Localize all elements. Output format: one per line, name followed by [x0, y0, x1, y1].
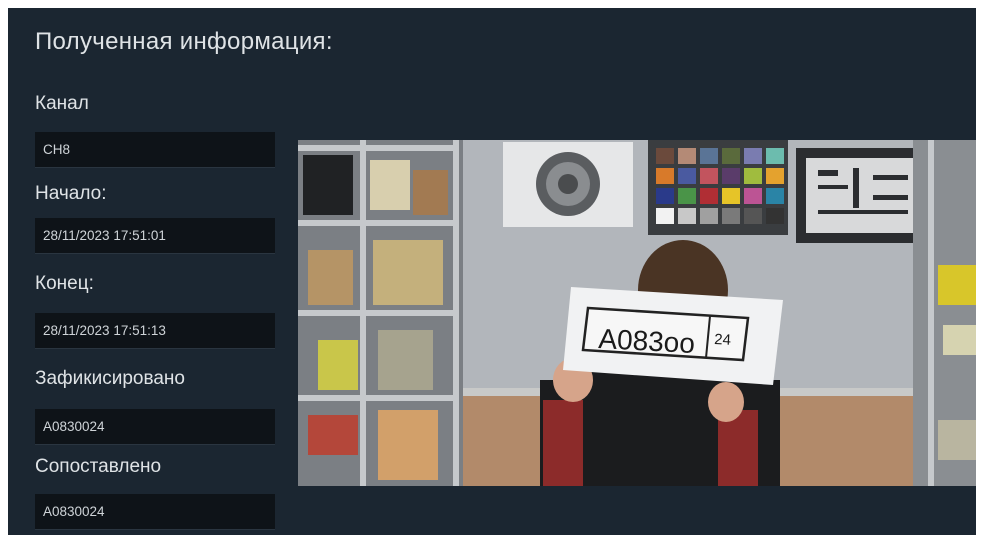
start-time-label: Начало:: [35, 183, 107, 204]
recognized-plate-field[interactable]: A0830024: [35, 409, 275, 445]
panel-title: Полученная информация:: [35, 28, 333, 55]
channel-field[interactable]: CH8: [35, 132, 275, 168]
snapshot-image[interactable]: A083oo 24: [298, 140, 976, 486]
end-time-field[interactable]: 28/11/2023 17:51:13: [35, 313, 275, 349]
left-shelf: [298, 140, 463, 486]
matched-plate-label: Сопоставлено: [35, 456, 162, 477]
channel-label: Канал: [35, 93, 89, 114]
start-time-field[interactable]: 28/11/2023 17:51:01: [35, 218, 275, 254]
plate-recognition-info-panel: Полученная информация: Канал CH8 Начало:…: [8, 8, 976, 535]
plate-number-text: A083oo: [598, 323, 696, 359]
end-time-label: Конец:: [35, 273, 94, 294]
resolution-test-chart: [796, 148, 931, 243]
right-shelf: [913, 140, 976, 486]
license-plate-sheet: A083oo 24: [563, 287, 783, 385]
recognized-plate-label: Зафикисировано: [35, 368, 185, 389]
color-checker-chart: [648, 140, 788, 235]
plate-region-text: 24: [714, 331, 732, 349]
matched-plate-field[interactable]: A0830024: [35, 494, 275, 530]
star-test-chart: [503, 142, 633, 227]
